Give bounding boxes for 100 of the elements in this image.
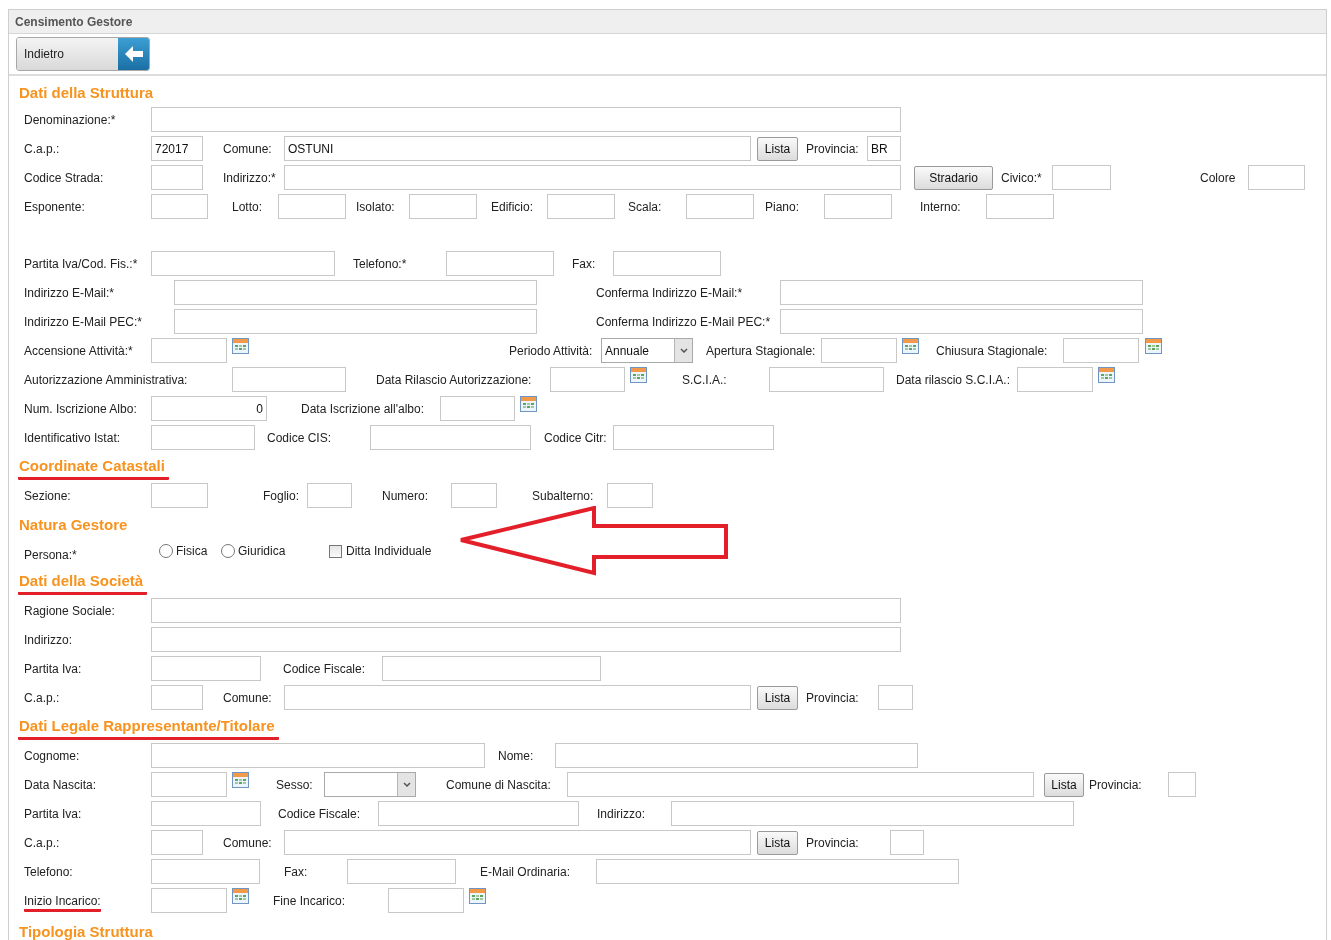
- text-field[interactable]: [555, 743, 918, 768]
- text-field[interactable]: [382, 656, 601, 681]
- back-button[interactable]: Indietro: [16, 37, 150, 71]
- field-label: Esponente:: [24, 200, 85, 214]
- calendar-icon[interactable]: [630, 367, 647, 383]
- calendar-icon[interactable]: [232, 338, 249, 354]
- text-field[interactable]: [567, 772, 1034, 797]
- text-field[interactable]: OSTUNI: [284, 136, 751, 161]
- text-field[interactable]: [780, 280, 1143, 305]
- field-label: Data Rilascio Autorizzazione:: [376, 373, 532, 387]
- text-field[interactable]: [780, 309, 1143, 334]
- text-field[interactable]: [174, 309, 537, 334]
- text-field[interactable]: [613, 251, 721, 276]
- text-field[interactable]: [986, 194, 1054, 219]
- text-field[interactable]: [151, 859, 260, 884]
- text-field[interactable]: [446, 251, 554, 276]
- calendar-icon[interactable]: [232, 888, 249, 904]
- text-field[interactable]: [151, 743, 485, 768]
- field-label: Autorizzazione Amministrativa:: [24, 373, 188, 387]
- text-field[interactable]: [284, 165, 901, 190]
- text-field[interactable]: [151, 165, 203, 190]
- field-label: E-Mail Ordinaria:: [480, 865, 571, 879]
- text-field[interactable]: [151, 425, 255, 450]
- text-field[interactable]: 72017: [151, 136, 203, 161]
- calendar-icon[interactable]: [1098, 367, 1115, 383]
- field-label: C.a.p.:: [24, 836, 60, 850]
- field-label: Data Nascita:: [24, 778, 97, 792]
- text-field[interactable]: [151, 598, 901, 623]
- text-field[interactable]: [388, 888, 464, 913]
- dropdown[interactable]: Annuale: [601, 338, 693, 363]
- text-field[interactable]: [1052, 165, 1111, 190]
- text-field[interactable]: [151, 627, 901, 652]
- text-field[interactable]: [370, 425, 531, 450]
- text-field[interactable]: [151, 772, 227, 797]
- text-field[interactable]: [151, 830, 203, 855]
- text-field[interactable]: [232, 367, 346, 392]
- text-field[interactable]: [174, 280, 537, 305]
- text-field[interactable]: [451, 483, 497, 508]
- text-field[interactable]: [151, 251, 335, 276]
- dropdown[interactable]: [324, 772, 416, 797]
- text-field[interactable]: [890, 830, 924, 855]
- text-field[interactable]: [151, 656, 261, 681]
- text-field[interactable]: [878, 685, 913, 710]
- text-field[interactable]: 0: [151, 396, 267, 421]
- field-label: Inizio Incarico:: [24, 894, 101, 912]
- radio-option[interactable]: Fisica: [159, 542, 221, 560]
- text-field[interactable]: [769, 367, 884, 392]
- text-field[interactable]: BR: [867, 136, 901, 161]
- text-field[interactable]: [440, 396, 515, 421]
- text-field[interactable]: [671, 801, 1074, 826]
- field-label: Codice Fiscale:: [283, 662, 366, 676]
- text-field[interactable]: [550, 367, 625, 392]
- text-field[interactable]: [284, 830, 751, 855]
- text-field[interactable]: [307, 483, 352, 508]
- field-label: Codice CIS:: [267, 431, 332, 445]
- field-label: Denominazione:*: [24, 113, 116, 127]
- field-label: C.a.p.:: [24, 142, 60, 156]
- checkbox-option[interactable]: Ditta Individuale: [329, 542, 432, 560]
- text-field[interactable]: [1248, 165, 1305, 190]
- text-field[interactable]: [824, 194, 892, 219]
- text-field[interactable]: [686, 194, 754, 219]
- text-field[interactable]: [284, 685, 751, 710]
- radio-option[interactable]: Giuridica: [221, 542, 329, 560]
- action-button[interactable]: Lista: [757, 137, 798, 161]
- text-field[interactable]: [378, 801, 579, 826]
- text-field[interactable]: [151, 483, 208, 508]
- action-button[interactable]: Lista: [1044, 773, 1084, 797]
- text-field[interactable]: [547, 194, 615, 219]
- action-button[interactable]: Lista: [757, 831, 798, 855]
- field-label: Partita Iva/Cod. Fis.:*: [24, 257, 138, 271]
- text-field[interactable]: [151, 801, 261, 826]
- field-label: Indirizzo E-Mail PEC:*: [24, 315, 143, 329]
- text-field[interactable]: [409, 194, 477, 219]
- text-field[interactable]: [1168, 772, 1196, 797]
- field-label: Subalterno:: [532, 489, 594, 503]
- calendar-icon[interactable]: [469, 888, 486, 904]
- calendar-icon[interactable]: [232, 772, 249, 788]
- text-field[interactable]: [278, 194, 346, 219]
- text-field[interactable]: [151, 338, 227, 363]
- calendar-icon[interactable]: [902, 338, 919, 354]
- field-label: Isolato:: [356, 200, 395, 214]
- text-field[interactable]: [596, 859, 959, 884]
- action-button[interactable]: Lista: [757, 686, 798, 710]
- text-field[interactable]: [151, 888, 227, 913]
- text-field[interactable]: [151, 685, 203, 710]
- field-label: Interno:: [920, 200, 961, 214]
- text-field[interactable]: [151, 107, 901, 132]
- text-field[interactable]: [821, 338, 897, 363]
- field-label: Cognome:: [24, 749, 80, 763]
- action-button[interactable]: Stradario: [914, 166, 993, 190]
- calendar-icon[interactable]: [520, 396, 537, 412]
- text-field[interactable]: [607, 483, 653, 508]
- text-field[interactable]: [1017, 367, 1093, 392]
- text-field[interactable]: [151, 194, 208, 219]
- calendar-icon[interactable]: [1145, 338, 1162, 354]
- text-field[interactable]: [347, 859, 456, 884]
- field-label: Num. Iscrizione Albo:: [24, 402, 137, 416]
- field-label: Codice Citr:: [544, 431, 607, 445]
- text-field[interactable]: [1063, 338, 1139, 363]
- text-field[interactable]: [613, 425, 774, 450]
